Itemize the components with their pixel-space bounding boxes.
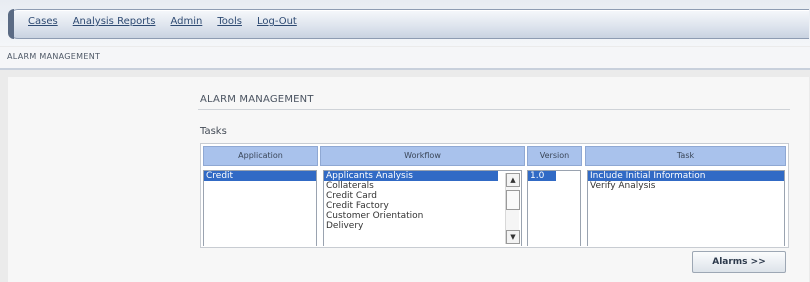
alarms-button[interactable]: Alarms >> [692,251,786,273]
workflow-option-credit-card[interactable]: Credit Card [324,191,521,201]
task-option-verify-analysis[interactable]: Verify Analysis [588,181,784,191]
task-option-include-initial-information[interactable]: Include Initial Information [588,171,784,181]
workflow-scrollbar[interactable]: ▲ ▼ [505,173,520,244]
nav-item-cases[interactable]: Cases [28,16,58,27]
title-divider [198,109,790,110]
nav-bar-cap [8,9,14,39]
column-header-task: Task [585,146,786,166]
tasks-section-label: Tasks [200,126,227,137]
application-option-credit[interactable]: Credit [204,171,316,181]
column-header-workflow: Workflow [320,146,525,166]
application-listbox[interactable]: Credit [203,170,317,246]
scrollbar-thumb[interactable] [506,190,520,210]
workflow-option-collaterals[interactable]: Collaterals [324,181,521,191]
workflow-option-delivery[interactable]: Delivery [324,221,521,231]
workflow-option-applicants-analysis[interactable]: Applicants Analysis [324,171,498,181]
nav-item-analysis-reports[interactable]: Analysis Reports [73,16,156,27]
scroll-down-arrow-icon[interactable]: ▼ [506,230,520,244]
nav-item-tools[interactable]: Tools [217,16,242,27]
nav-item-log-out[interactable]: Log-Out [257,16,297,27]
breadcrumb-bar: ALARM MANAGEMENT [0,47,810,70]
page-title: ALARM MANAGEMENT [200,94,314,105]
column-header-application: Application [203,146,318,166]
breadcrumb: ALARM MANAGEMENT [7,52,101,61]
workflow-option-credit-factory[interactable]: Credit Factory [324,201,521,211]
workflow-listbox[interactable]: Applicants Analysis Collaterals Credit C… [323,170,522,246]
column-header-version: Version [527,146,582,166]
scroll-up-arrow-icon[interactable]: ▲ [506,173,520,187]
workflow-option-customer-orientation[interactable]: Customer Orientation [324,211,521,221]
nav-item-admin[interactable]: Admin [170,16,202,27]
task-listbox[interactable]: Include Initial Information Verify Analy… [587,170,785,246]
version-option-1-0[interactable]: 1.0 [528,171,556,181]
version-listbox[interactable]: 1.0 [527,170,581,246]
nav-menu: Cases Analysis Reports Admin Tools Log-O… [28,16,312,27]
